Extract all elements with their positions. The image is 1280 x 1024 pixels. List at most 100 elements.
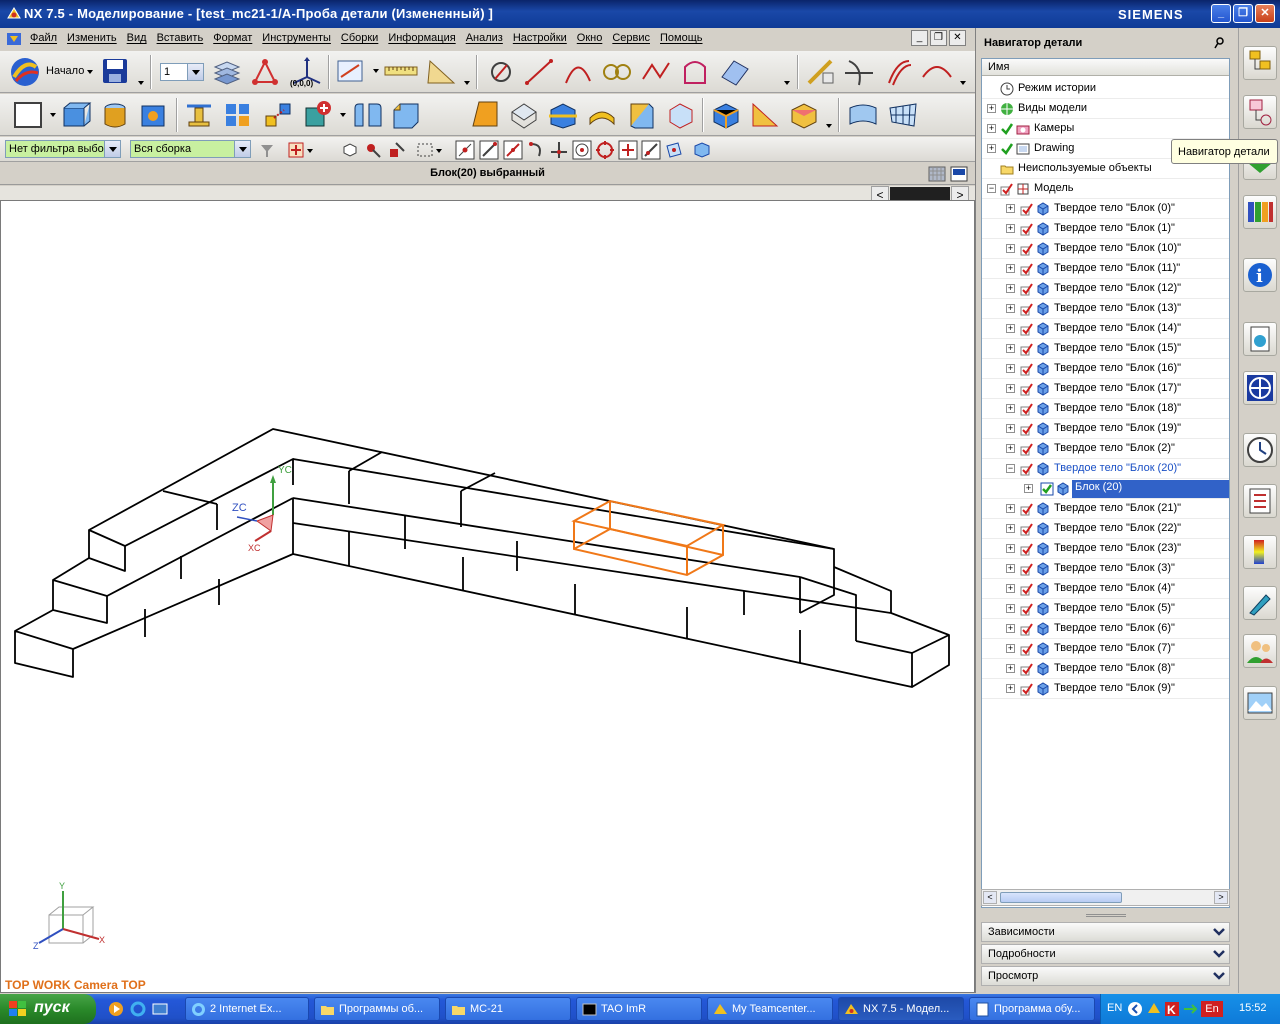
red-check-icon[interactable]	[1020, 662, 1034, 676]
red-check-icon[interactable]	[1020, 282, 1034, 296]
palettes-tab[interactable]	[1243, 686, 1277, 720]
red-check-icon[interactable]	[1020, 582, 1034, 596]
expand-icon[interactable]: +	[1006, 264, 1015, 273]
sketch-icon[interactable]	[679, 57, 711, 87]
thicken-icon[interactable]	[586, 100, 618, 130]
language-indicator[interactable]: EN	[1107, 1002, 1122, 1014]
pin-icon[interactable]	[1214, 37, 1224, 49]
roles-tab[interactable]	[1243, 634, 1277, 668]
tree-node-solid-body[interactable]: + Твердое тело "Блок (4)"	[982, 579, 1229, 599]
expand-icon[interactable]: +	[1006, 344, 1015, 353]
red-check-icon[interactable]	[1020, 622, 1034, 636]
snap-intersection-icon[interactable]	[549, 140, 569, 160]
tree-node-history-mode[interactable]: Режим истории	[982, 79, 1229, 99]
polyline-icon[interactable]	[640, 57, 672, 87]
menu-assemblies[interactable]: Сборки	[341, 32, 378, 44]
tree-node-solid-body[interactable]: + Твердое тело "Блок (7)"	[982, 639, 1229, 659]
rectangle-select-icon[interactable]	[416, 141, 434, 159]
tree-node-solid-body[interactable]: + Твердое тело "Блок (21)"	[982, 499, 1229, 519]
show-desktop-icon[interactable]	[152, 1001, 168, 1017]
red-check-icon[interactable]	[1000, 182, 1014, 196]
snap-point-on-curve-icon[interactable]	[641, 140, 661, 160]
view-dropdown-icon[interactable]	[373, 69, 379, 73]
expand-icon[interactable]: +	[1006, 624, 1015, 633]
expand-icon[interactable]: +	[1006, 504, 1015, 513]
reset-filter-icon[interactable]	[258, 141, 276, 159]
tree-node-solid-body[interactable]: + Твердое тело "Блок (1)"	[982, 219, 1229, 239]
task-mc21-folder[interactable]: МС-21	[445, 997, 571, 1021]
menu-edit[interactable]: Изменить	[67, 32, 117, 44]
sync-dropdown-icon[interactable]	[826, 124, 832, 128]
tree-node-model[interactable]: − Модель	[982, 179, 1229, 199]
scroll-thumb[interactable]	[1000, 892, 1122, 903]
surface-view-icon[interactable]	[718, 57, 752, 87]
select-body-icon[interactable]	[341, 141, 359, 159]
expand-icon[interactable]: +	[987, 144, 996, 153]
work-layer-select[interactable]: 1	[160, 63, 204, 81]
move-object-icon[interactable]	[262, 100, 294, 130]
tree-node-solid-body[interactable]: + Твердое тело "Блок (10)"	[982, 239, 1229, 259]
expand-icon[interactable]: +	[1006, 404, 1015, 413]
tree-node-cameras[interactable]: + Камеры	[982, 119, 1229, 139]
snap-endpoint-icon[interactable]	[455, 140, 475, 160]
menu-analysis[interactable]: Анализ	[466, 32, 503, 44]
close-button[interactable]: ✕	[1255, 4, 1275, 23]
internet-explorer-icon[interactable]	[130, 1001, 146, 1017]
green-check-icon[interactable]	[1000, 142, 1014, 156]
window-layout-icon[interactable]	[950, 166, 968, 182]
splitter-handle[interactable]	[1086, 914, 1126, 917]
wcs-display-icon[interactable]	[250, 57, 280, 87]
boss-icon[interactable]	[183, 100, 215, 130]
tree-node-solid-body[interactable]: + Твердое тело "Блок (11)"	[982, 259, 1229, 279]
studio-surface-icon[interactable]	[886, 100, 920, 130]
menu-tools[interactable]: Инструменты	[262, 32, 331, 44]
tree-node-solid-body[interactable]: + Твердое тело "Блок (0)"	[982, 199, 1229, 219]
chevron-down-icon[interactable]	[1212, 925, 1226, 939]
red-check-icon[interactable]	[1020, 302, 1034, 316]
red-check-icon[interactable]	[1020, 362, 1034, 376]
snap-arc-center-icon[interactable]	[572, 140, 592, 160]
unite-icon[interactable]	[302, 98, 336, 130]
expand-icon[interactable]: +	[1006, 224, 1015, 233]
type-filter-select[interactable]: Нет фильтра выбо	[5, 140, 121, 158]
preview-panel-header[interactable]: Просмотр	[981, 966, 1230, 986]
snap-point-on-face-icon[interactable]	[664, 140, 684, 160]
synchronous-move-icon[interactable]	[710, 100, 742, 130]
part-navigator-tree[interactable]: Имя Режим истории + Виды модели + Камеры + Dra…	[981, 58, 1230, 908]
trim-curve-icon[interactable]	[843, 57, 875, 87]
expand-icon[interactable]: +	[1006, 364, 1015, 373]
doc-close-button[interactable]: ✕	[949, 30, 966, 46]
red-check-icon[interactable]	[1020, 202, 1034, 216]
tree-node-solid-body[interactable]: + Твердое тело "Блок (22)"	[982, 519, 1229, 539]
tree-node-model-views[interactable]: + Виды модели	[982, 99, 1229, 119]
delete-face-icon[interactable]	[788, 100, 822, 130]
sketch-plane-icon[interactable]	[12, 100, 44, 130]
red-check-icon[interactable]	[1020, 242, 1034, 256]
sketch-dropdown-icon[interactable]	[50, 113, 56, 117]
tree-node-solid-body[interactable]: + Твердое тело "Блок (14)"	[982, 319, 1229, 339]
tree-node-solid-body[interactable]: + Твердое тело "Блок (6)"	[982, 619, 1229, 639]
expand-icon[interactable]: +	[1006, 644, 1015, 653]
measure-distance-icon[interactable]	[383, 59, 419, 83]
curve-dropdown-icon[interactable]	[784, 81, 790, 85]
tree-horizontal-scrollbar[interactable]: < >	[981, 889, 1230, 906]
antivirus-icon[interactable]: K	[1164, 1001, 1180, 1017]
red-check-icon[interactable]	[1020, 522, 1034, 536]
offset-curve-icon[interactable]	[883, 57, 915, 87]
keyboard-layout-indicator[interactable]: En	[1201, 1001, 1223, 1017]
network-icon[interactable]	[1146, 1001, 1162, 1017]
select-component-icon[interactable]	[388, 141, 406, 159]
process-studio-tab[interactable]	[1243, 484, 1277, 518]
view-orient-icon[interactable]	[335, 57, 367, 87]
replace-face-icon[interactable]	[749, 100, 781, 130]
snap-midpoint-icon[interactable]	[503, 140, 523, 160]
red-check-icon[interactable]	[1020, 642, 1034, 656]
boolean-dropdown-icon[interactable]	[340, 113, 346, 117]
expand-icon[interactable]: +	[1006, 304, 1015, 313]
expand-icon[interactable]: +	[1006, 604, 1015, 613]
expand-icon[interactable]: +	[1006, 544, 1015, 553]
snap-bounded-grid-icon[interactable]	[692, 140, 712, 160]
trim-body-icon[interactable]	[547, 100, 579, 130]
draft-icon[interactable]	[469, 98, 503, 130]
dependencies-panel-header[interactable]: Зависимости	[981, 922, 1230, 942]
